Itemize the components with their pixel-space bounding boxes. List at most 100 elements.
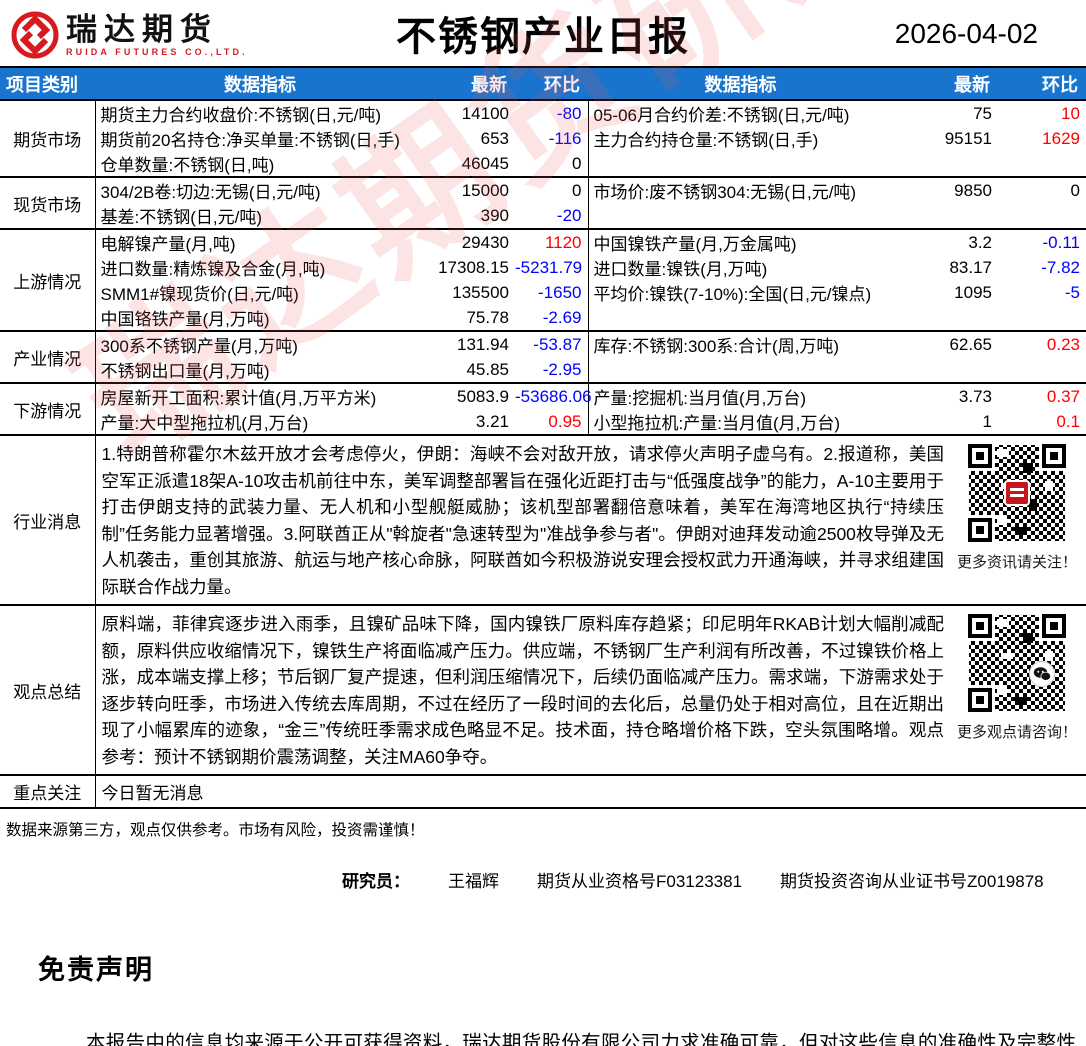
indicator-cell	[587, 151, 893, 178]
change-cell: 0	[515, 151, 588, 178]
table-header-row: 项目类别 数据指标 最新 环比 数据指标 最新 环比	[0, 67, 1086, 101]
change-cell: -2.69	[515, 305, 588, 332]
disclaimer-title: 免责声明	[38, 955, 154, 985]
industry-news-row: 行业消息 1.特朗普称霍尔木兹开放才会考虑停火，伊朗：海峡不会对敌开放，请求停火…	[0, 435, 1086, 606]
value-cell: 135500	[452, 282, 509, 302]
indicator-cell: 300系不锈钢产量(月,万吨)	[100, 337, 298, 356]
column-header: 最新	[893, 67, 998, 101]
researcher-line: 研究员： 王福辉 期货从业资格号F03123381 期货投资咨询从业证书号Z00…	[0, 867, 1086, 892]
table-row: 期货市场 期货主力合约收盘价:不锈钢(日,元/吨) 14100 -80 05-06月合约…	[0, 100, 1086, 178]
indicator-cell: 房屋新开工面积:累计值(月,万平方米)	[100, 389, 377, 408]
indicator-cell: 产量:大中型拖拉机(月,万台)	[95, 409, 425, 436]
change-cell: 0.23	[1046, 334, 1080, 354]
value-cell: 3.2	[968, 232, 992, 252]
change-cell: -116	[548, 128, 582, 148]
researcher-certificate: 期货投资咨询从业证书号Z0019878	[780, 872, 1044, 891]
indicator-cell: 小型拖拉机:产量:当月值(月,万台)	[587, 409, 893, 436]
summary-row: 观点总结 原料端，菲律宾逐步进入雨季，且镍矿品味下降，国内镍铁厂原料库存趋紧；印…	[0, 605, 1086, 776]
qr-code-icon	[967, 613, 1067, 713]
indicator-cell: 不锈钢出口量(月,万吨)	[95, 357, 425, 384]
category-cell: 产业情况	[0, 331, 96, 384]
researcher-qualification: 期货从业资格号F03123381	[537, 872, 743, 891]
change-cell: -80	[556, 103, 582, 123]
value-cell: 9850	[954, 180, 992, 200]
change-cell: 0	[1070, 180, 1080, 200]
value-cell: 3.21	[425, 409, 515, 436]
report-page: 瑞达期货研究院 瑞达期货 RUIDA FUTURES CO.,LTD. 不锈钢产…	[0, 0, 1086, 1046]
value-cell: 390	[425, 203, 515, 230]
news-qr-caption: 更多资讯请关注！	[956, 554, 1077, 571]
change-cell: -7.82	[1041, 257, 1080, 277]
indicator-cell: 进口数量:镍铁(月,万吨)	[587, 255, 893, 280]
table-row: 产业情况 300系不锈钢产量(月,万吨) 131.94 -53.87 库存:不锈钢:30…	[0, 331, 1086, 384]
value-cell: 131.94	[457, 334, 509, 354]
change-cell: -20	[515, 203, 588, 230]
category-cell: 下游情况	[0, 383, 96, 436]
qr-code-news	[967, 443, 1067, 543]
value-cell: 17308.15	[438, 257, 509, 277]
column-header: 环比	[515, 67, 588, 101]
qr-code-summary	[967, 613, 1067, 713]
table-row: 下游情况 房屋新开工面积:累计值(月,万平方米) 5083.9 -53686.06 产量…	[0, 383, 1086, 436]
report-date: 2026-04-02	[894, 18, 1038, 49]
change-cell: -53.87	[533, 334, 582, 354]
value-cell: 46045	[425, 151, 515, 178]
value-cell: 653	[480, 128, 509, 148]
table-header: 项目类别 数据指标 最新 环比 数据指标 最新 环比	[0, 67, 1086, 101]
change-cell: -53686.06	[515, 386, 592, 406]
wechat-icon	[1029, 661, 1055, 687]
indicator-cell: 05-06月合约价差:不锈钢(日,元/吨)	[587, 100, 893, 126]
column-header: 数据指标	[95, 67, 425, 101]
value-cell: 75	[973, 103, 992, 123]
value-cell	[893, 151, 998, 178]
value-cell: 5083.9	[457, 386, 509, 406]
value-cell: 45.85	[425, 357, 515, 384]
value-cell: 62.65	[949, 334, 992, 354]
table-row: 基差:不锈钢(日,元/吨) 390 -20	[0, 203, 1086, 230]
researcher-label: 研究员：	[342, 872, 410, 891]
change-cell	[998, 203, 1086, 230]
change-cell: -0.11	[1042, 232, 1081, 252]
column-header: 环比	[998, 67, 1086, 101]
value-cell: 29430	[461, 232, 509, 252]
column-header: 最新	[425, 67, 515, 101]
category-cell: 观点总结	[0, 605, 96, 776]
column-header: 数据指标	[588, 67, 893, 101]
industry-news-text: 1.特朗普称霍尔木兹开放才会考虑停火，伊朗：海峡不会对敌开放，请求停火声明子虚乌…	[101, 444, 945, 597]
indicator-cell: 库存:不锈钢:300系:合计(周,万吨)	[587, 331, 893, 357]
focus-row: 重点关注 今日暂无消息	[0, 775, 1086, 809]
indicator-cell: 中国镍铁产量(月,万金属吨)	[587, 229, 893, 255]
indicator-cell: 304/2B卷:切边:无锡(日,元/吨)	[100, 183, 321, 202]
table-row: 进口数量:精炼镍及合金(月,吨) 17308.15 -5231.79 进口数量:镍铁(…	[0, 255, 1086, 280]
summary-qr-block: 更多观点请咨询！	[948, 606, 1086, 742]
value-cell: 15000	[461, 180, 509, 200]
value-cell: 3.73	[958, 386, 992, 406]
change-cell: 1120	[544, 232, 582, 252]
summary-qr-caption: 更多观点请咨询！	[956, 724, 1077, 741]
researcher-name: 王福辉	[448, 872, 499, 891]
change-cell	[998, 357, 1086, 384]
indicator-cell: 进口数量:精炼镍及合金(月,吨)	[100, 260, 326, 279]
value-cell: 83.17	[949, 257, 992, 277]
indicator-cell: 中国铬铁产量(月,万吨)	[95, 305, 425, 332]
category-cell: 重点关注	[0, 775, 96, 809]
table-row: 产量:大中型拖拉机(月,万台) 3.21 0.95 小型拖拉机:产量:当月值(月,万台…	[0, 409, 1086, 436]
value-cell	[893, 203, 998, 230]
industry-news-cell: 1.特朗普称霍尔木兹开放才会考虑停火，伊朗：海峡不会对敌开放，请求停火声明子虚乌…	[95, 435, 1086, 606]
indicator-cell: 电解镍产量(月,吨)	[100, 235, 236, 254]
change-cell: -5231.79	[515, 257, 583, 277]
indicator-cell	[587, 305, 893, 332]
change-cell: 0.37	[1046, 386, 1080, 406]
news-qr-block: 更多资讯请关注！	[948, 436, 1086, 572]
focus-text: 今日暂无消息	[95, 775, 1086, 809]
column-header: 项目类别	[0, 67, 95, 101]
indicator-cell: 期货前20名持仓:净买单量:不锈钢(日,手)	[100, 131, 400, 150]
value-cell: 1	[893, 409, 998, 436]
data-table: 项目类别 数据指标 最新 环比 数据指标 最新 环比 期货市场 期货主力合约收盘价:不锈钢(日…	[0, 66, 1086, 809]
change-cell: 0.95	[515, 409, 588, 436]
change-cell: -5	[1064, 282, 1080, 302]
indicator-cell	[587, 357, 893, 384]
indicator-cell: 平均价:镍铁(7-10%):全国(日,元/镍点)	[587, 280, 893, 305]
disclaimer-section: 免责声明 本报告中的信息均来源于公开可获得资料，瑞达期货股份有限公司力求准确可靠…	[0, 948, 1086, 1046]
value-cell: 75.78	[425, 305, 515, 332]
